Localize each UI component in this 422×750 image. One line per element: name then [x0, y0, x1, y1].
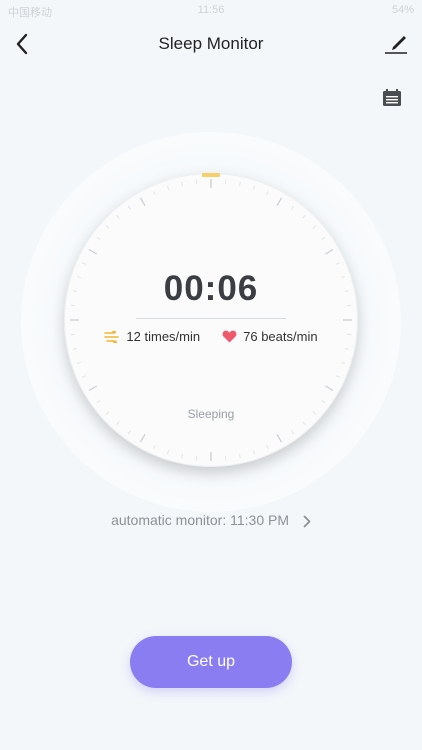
dial-minor-tick	[72, 347, 78, 350]
dial-minor-tick	[116, 421, 120, 426]
dial-minor-tick	[181, 181, 184, 187]
dial-minor-tick	[252, 185, 256, 190]
elapsed-time: 00:06	[163, 269, 259, 308]
dial-minor-tick	[266, 444, 269, 450]
dial-minor-tick	[166, 450, 170, 455]
heart-icon	[222, 330, 237, 343]
dial-minor-tick	[181, 453, 184, 459]
dial-major-tick	[88, 248, 97, 255]
dial-minor-tick	[266, 190, 269, 196]
dial-minor-tick	[127, 430, 131, 435]
dial-ticks	[70, 173, 352, 461]
dial-minor-tick	[335, 262, 341, 265]
dial-major-tick	[276, 197, 283, 206]
dial-minor-tick	[252, 450, 256, 455]
dial-minor-tick	[321, 400, 326, 404]
dial-minor-tick	[76, 361, 81, 365]
automatic-monitor-row[interactable]: automatic monitor: 11:30 PM	[0, 512, 422, 528]
sleep-dial: 00:06 12 times/min 76 beats/min Sleeping	[64, 173, 358, 467]
page-title: Sleep Monitor	[158, 34, 264, 53]
dial-minor-tick	[96, 400, 101, 404]
get-up-button[interactable]: Get up	[130, 636, 292, 688]
dial-minor-tick	[302, 421, 306, 426]
status-bar: 中国移动 11:56 54%	[0, 0, 422, 22]
dial-major-tick	[88, 385, 97, 392]
dial-minor-tick	[341, 361, 346, 365]
sleep-state-label: Sleeping	[187, 407, 235, 421]
dial-major-tick	[325, 248, 334, 255]
dial-minor-tick	[238, 453, 241, 459]
dial-minor-tick	[96, 236, 101, 240]
navigation-bar: Sleep Monitor	[0, 22, 422, 66]
dial-minor-tick	[302, 214, 306, 219]
dial-minor-tick	[344, 347, 350, 350]
breathing-rate: 12 times/min	[126, 329, 201, 344]
heart-rate: 76 beats/min	[243, 329, 318, 344]
breathing-icon	[104, 330, 120, 343]
dial-minor-tick	[81, 262, 87, 265]
dial-divider	[136, 318, 286, 319]
dial-minor-tick	[321, 236, 326, 240]
dial-minor-tick	[291, 430, 295, 435]
dial-minor-tick	[116, 214, 120, 219]
dial-minor-tick	[153, 444, 156, 450]
dial-minor-tick	[105, 225, 110, 229]
dial-major-tick	[139, 434, 146, 443]
dial-minor-tick	[127, 205, 131, 210]
dial-minor-tick	[166, 185, 170, 190]
vitals-row: 12 times/min 76 beats/min	[64, 329, 358, 344]
dial-minor-tick	[81, 375, 87, 378]
battery-label: 54%	[391, 4, 414, 16]
dial-minor-tick	[312, 225, 317, 229]
dial-major-tick	[325, 385, 334, 392]
dial-minor-tick	[291, 205, 295, 210]
progress-marker	[202, 173, 220, 177]
clock-label: 11:56	[197, 4, 225, 16]
edit-button[interactable]	[380, 28, 412, 60]
dial-minor-tick	[153, 190, 156, 196]
automatic-monitor-label: automatic monitor: 11:30 PM	[111, 512, 290, 528]
dial-minor-tick	[238, 181, 241, 187]
calendar-button[interactable]	[380, 86, 404, 110]
dial-major-tick	[139, 197, 146, 206]
calendar-icon	[383, 89, 401, 106]
edit-pen-icon	[385, 36, 407, 54]
chevron-right-icon	[303, 515, 311, 528]
dial-major-tick	[276, 434, 283, 443]
dial-minor-tick	[335, 375, 341, 378]
